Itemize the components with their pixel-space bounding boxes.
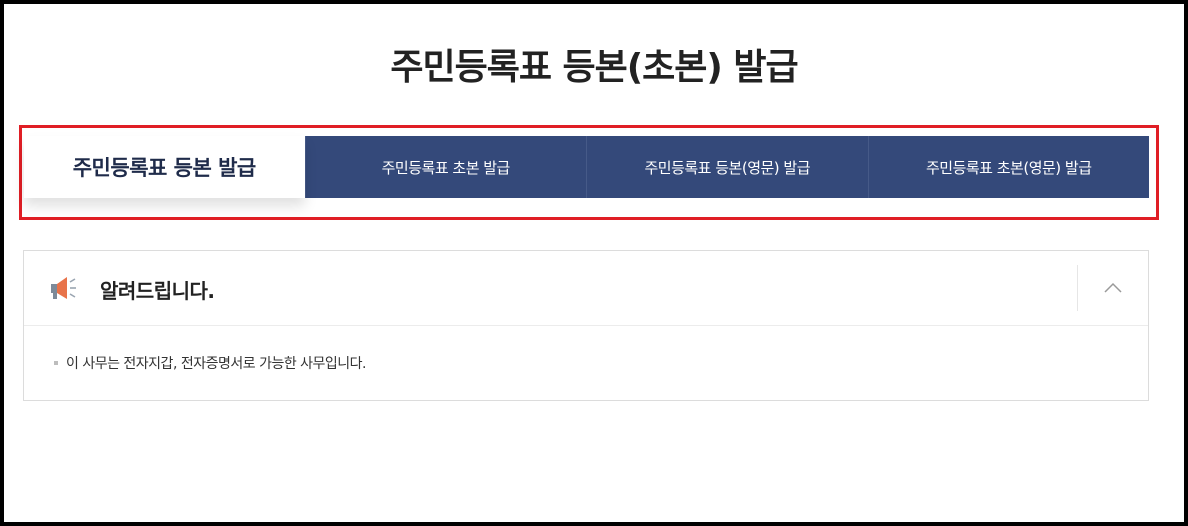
notice-panel: 알려드립니다. 이 사무는 전자지갑, 전자증명서로 가능한 사무입니다.	[23, 250, 1149, 401]
megaphone-icon	[48, 273, 78, 303]
page-frame: 주민등록표 등본(초본) 발급 주민등록표 등본 발급 주민등록표 초본 발급 …	[0, 0, 1188, 526]
chevron-up-icon	[1104, 282, 1122, 293]
tab-resident-abstract-english[interactable]: 주민등록표 초본(영문) 발급	[867, 136, 1149, 198]
notice-header: 알려드립니다.	[24, 251, 1148, 326]
notice-item: 이 사무는 전자지갑, 전자증명서로 가능한 사무입니다.	[54, 353, 367, 373]
page-title: 주민등록표 등본(초본) 발급	[390, 47, 798, 88]
tab-bar: 주민등록표 등본 발급 주민등록표 초본 발급 주민등록표 등본(영문) 발급 …	[24, 136, 1149, 198]
tab-resident-abstract[interactable]: 주민등록표 초본 발급	[304, 136, 586, 198]
notice-item-text: 이 사무는 전자지갑, 전자증명서로 가능한 사무입니다.	[66, 356, 367, 372]
notice-toggle-button[interactable]	[1078, 251, 1148, 325]
tab-resident-copy[interactable]: 주민등록표 등본 발급	[24, 136, 305, 198]
tab-resident-copy-english[interactable]: 주민등록표 등본(영문) 발급	[586, 136, 868, 198]
notice-title: 알려드립니다.	[100, 279, 215, 303]
bullet-icon	[54, 361, 58, 365]
